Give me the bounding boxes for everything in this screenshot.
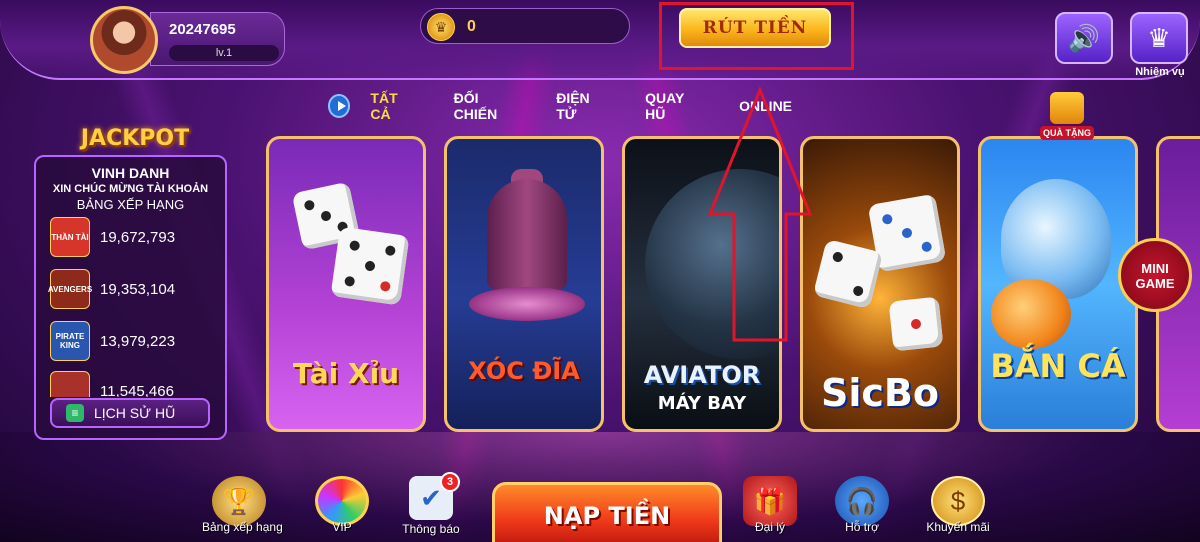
game-subtitle: MÁY BAY	[657, 393, 747, 414]
user-level: lv.1	[169, 45, 279, 61]
game-thumbnail: THẦN TÀI	[50, 217, 90, 257]
balance-value: 0	[467, 18, 476, 35]
game-card-sicbo[interactable]: SicBo	[800, 136, 960, 432]
nav-ranking[interactable]: 🏆 Bảng xếp hạng	[202, 476, 283, 534]
jackpot-entry[interactable]: AVENGERS 19,353,104	[48, 267, 176, 311]
jackpot-amount: 11,545,466	[100, 383, 174, 397]
withdraw-highlight-box	[659, 2, 854, 70]
jackpot-history-button[interactable]: ≡ LỊCH SỬ HŨ	[50, 398, 210, 428]
tab-slots[interactable]: QUAY HŨ	[645, 90, 703, 122]
sound-toggle-button[interactable]: 🔊	[1055, 12, 1113, 64]
game-thumbnail	[50, 371, 90, 397]
jackpot-congrats: XIN CHÚC MỪNG TÀI KHOẢN	[52, 183, 209, 195]
user-id: 20247695	[169, 21, 236, 38]
jackpot-entry[interactable]: 11,545,466	[50, 371, 174, 397]
nav-agent[interactable]: 🎁 Đại lý	[740, 476, 800, 534]
dice-icon	[812, 238, 884, 310]
game-title: AVIATOR	[643, 361, 761, 389]
game-card-tai-xiu[interactable]: Tài Xỉu	[266, 136, 426, 432]
nav-news[interactable]: ✔ 3 Thông báo	[396, 472, 466, 536]
headset-icon: 🎧	[835, 476, 889, 526]
history-icon: ≡	[66, 404, 84, 422]
speaker-icon: 🔊	[1067, 23, 1101, 53]
game-thumbnail: PIRATE KING	[50, 321, 90, 361]
tab-all[interactable]: TẤT CẢ	[370, 90, 417, 122]
gift-label: QUÀ TẶNG	[1040, 126, 1094, 140]
minigame-label-line1: MINI	[1141, 261, 1169, 276]
trophy-icon: 🏆	[212, 476, 266, 526]
nav-support-label: Hỗ trợ	[845, 520, 879, 534]
balance-display[interactable]: ♛ 0	[420, 8, 630, 44]
nav-vip[interactable]: VIP	[312, 476, 372, 534]
nav-promo[interactable]: $ Khuyến mãi	[918, 476, 998, 534]
nav-ranking-label: Bảng xếp hạng	[202, 520, 283, 534]
jackpot-amount: 19,353,104	[100, 280, 176, 298]
jackpot-entry[interactable]: THẦN TÀI 19,672,793	[50, 215, 175, 259]
plate-icon	[469, 287, 585, 321]
mission-button[interactable]: ♛	[1130, 12, 1188, 64]
nav-news-label: Thông báo	[402, 522, 460, 536]
jackpot-amount: 19,672,793	[100, 228, 176, 246]
avatar[interactable]	[90, 6, 158, 74]
minigame-button[interactable]: MINI GAME	[1118, 238, 1192, 312]
dice-icon	[888, 296, 944, 352]
play-icon[interactable]	[328, 94, 351, 118]
jackpot-heading: VINH DANH	[91, 165, 170, 181]
tab-pvp[interactable]: ĐỐI CHIẾN	[454, 90, 521, 122]
gift-box-button[interactable]: QUÀ TẶNG	[1040, 88, 1094, 140]
history-label: LỊCH SỬ HŨ	[94, 405, 176, 421]
jackpot-amount: 13,979,223	[100, 332, 176, 350]
jackpot-entry[interactable]: PIRATE KING 13,979,223	[50, 319, 175, 363]
tab-electronic[interactable]: ĐIỆN TỬ	[556, 90, 609, 122]
crown-coin-icon: ♛	[427, 13, 455, 41]
game-title: XÓC ĐĨA	[468, 357, 580, 385]
crown-icon: ♛	[1147, 23, 1171, 53]
jackpot-ranking-label: BẢNG XẾP HẠNG	[76, 197, 185, 212]
nav-promo-label: Khuyến mãi	[926, 520, 990, 534]
game-title: BẮN CÁ	[990, 347, 1126, 385]
fish-icon	[991, 279, 1071, 349]
nav-support[interactable]: 🎧 Hỗ trợ	[832, 476, 892, 534]
bowl-icon	[487, 179, 567, 289]
game-title: Tài Xỉu	[292, 357, 400, 390]
nav-agent-label: Đại lý	[754, 520, 785, 534]
dollar-coin-icon: $	[931, 476, 985, 526]
dice-icon	[330, 226, 410, 306]
minigame-label-line2: GAME	[1135, 276, 1175, 291]
gift-icon: 🎁	[743, 476, 797, 526]
jackpot-title: JACKPOT	[80, 126, 190, 151]
game-title: SicBo	[821, 371, 939, 415]
user-info[interactable]: 20247695 lv.1	[150, 12, 285, 66]
game-thumbnail: AVENGERS	[48, 269, 92, 309]
deposit-button[interactable]: NẠP TIỀN	[492, 482, 722, 542]
wheel-icon	[315, 476, 369, 526]
game-card-xoc-dia[interactable]: XÓC ĐĨA	[444, 136, 604, 432]
game-card-ban-ca[interactable]: BẮN CÁ	[978, 136, 1138, 432]
red-arrow-annotation	[707, 86, 813, 342]
gift-icon	[1050, 92, 1084, 124]
nav-vip-label: VIP	[332, 520, 352, 534]
notification-badge: 3	[440, 472, 460, 492]
mission-label: Nhiệm vụ	[1135, 66, 1185, 78]
